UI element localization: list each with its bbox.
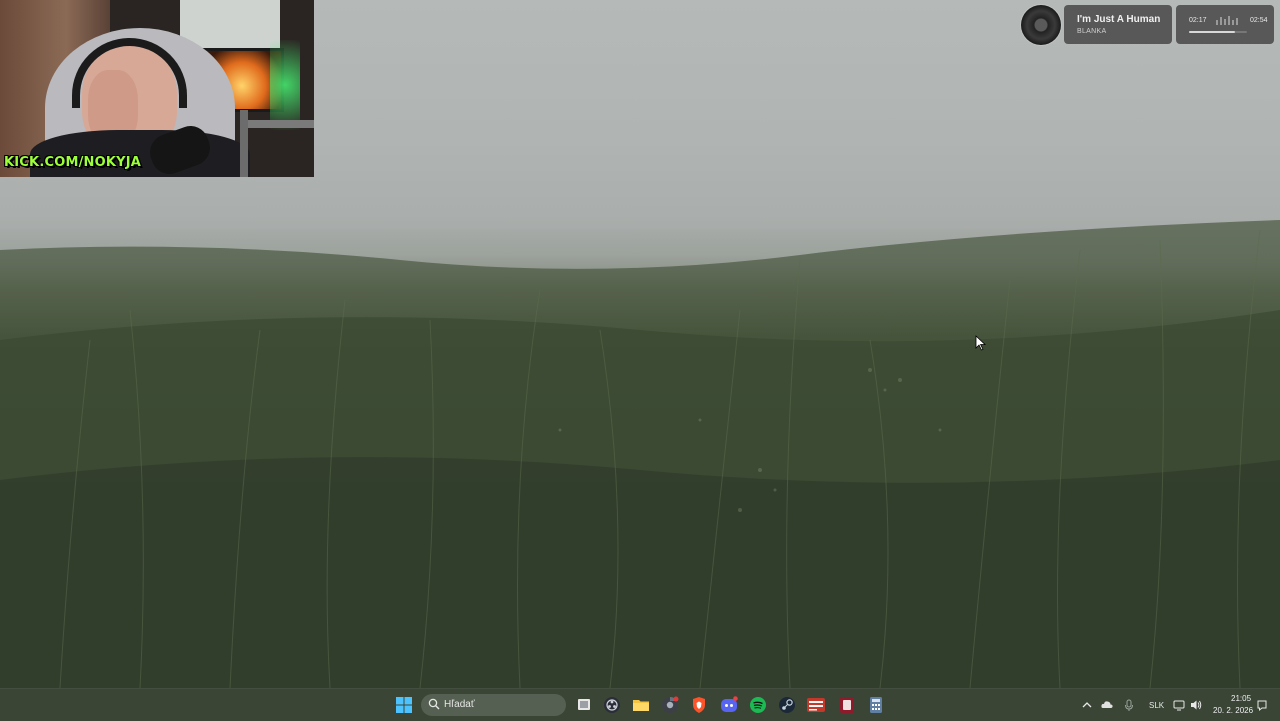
playback-time-card: 02:17 02:54 — [1176, 5, 1274, 44]
cloud-sync-icon[interactable] — [1100, 696, 1114, 714]
track-artist: BLANKA — [1077, 28, 1107, 35]
calculator-icon[interactable] — [867, 696, 885, 714]
grass-field — [0, 220, 1280, 688]
notification-icon[interactable] — [1256, 696, 1268, 714]
mouse-cursor-icon — [975, 335, 987, 351]
webcam-mic-arm — [240, 110, 248, 177]
current-time: 02:17 — [1189, 17, 1207, 24]
webcam-mic-arm-boom — [248, 120, 314, 128]
webcam-green-light — [270, 40, 300, 130]
now-playing-card[interactable]: I'm Just A Human BLANKA — [1064, 5, 1172, 44]
taskbar-search-box[interactable]: Hľadať — [421, 694, 566, 716]
voicemeeter-icon[interactable] — [807, 696, 825, 714]
obs-icon[interactable] — [603, 696, 621, 714]
keyboard-language-indicator[interactable]: SLK — [1149, 701, 1164, 710]
volume-icon[interactable] — [1189, 696, 1203, 714]
streamer-handle: KICK.COM/NOKYJA — [4, 155, 142, 170]
windows-start-icon[interactable] — [395, 696, 413, 714]
chevron-up-icon[interactable] — [1080, 696, 1094, 714]
brave-icon[interactable] — [690, 696, 708, 714]
streamlabs-icon[interactable] — [838, 696, 856, 714]
playback-progress-bar[interactable] — [1189, 31, 1247, 33]
equalizer-icon — [1216, 16, 1238, 25]
webcam-overlay: KICK.COM/NOKYJA — [0, 0, 314, 177]
network-icon[interactable] — [1172, 696, 1186, 714]
taskbar-clock-date[interactable]: 20. 2. 2026 — [1213, 706, 1253, 715]
vinyl-disc-icon[interactable] — [1021, 5, 1061, 45]
chromium-icon[interactable] — [661, 696, 679, 714]
search-placeholder: Hľadať — [444, 699, 475, 710]
taskbar: Hľadať SLK 21:05 20. 2. 2026 — [0, 688, 1280, 721]
playback-progress-fill — [1189, 31, 1235, 33]
taskbar-clock-time[interactable]: 21:05 — [1231, 694, 1251, 703]
spotify-icon[interactable] — [749, 696, 767, 714]
total-time: 02:54 — [1250, 17, 1268, 24]
steam-icon[interactable] — [778, 696, 796, 714]
task-view-icon[interactable] — [575, 696, 593, 714]
discord-icon[interactable] — [720, 696, 738, 714]
track-title: I'm Just A Human — [1077, 14, 1161, 25]
search-icon — [428, 698, 440, 710]
microphone-icon[interactable] — [1122, 696, 1136, 714]
file-explorer-icon[interactable] — [632, 696, 650, 714]
